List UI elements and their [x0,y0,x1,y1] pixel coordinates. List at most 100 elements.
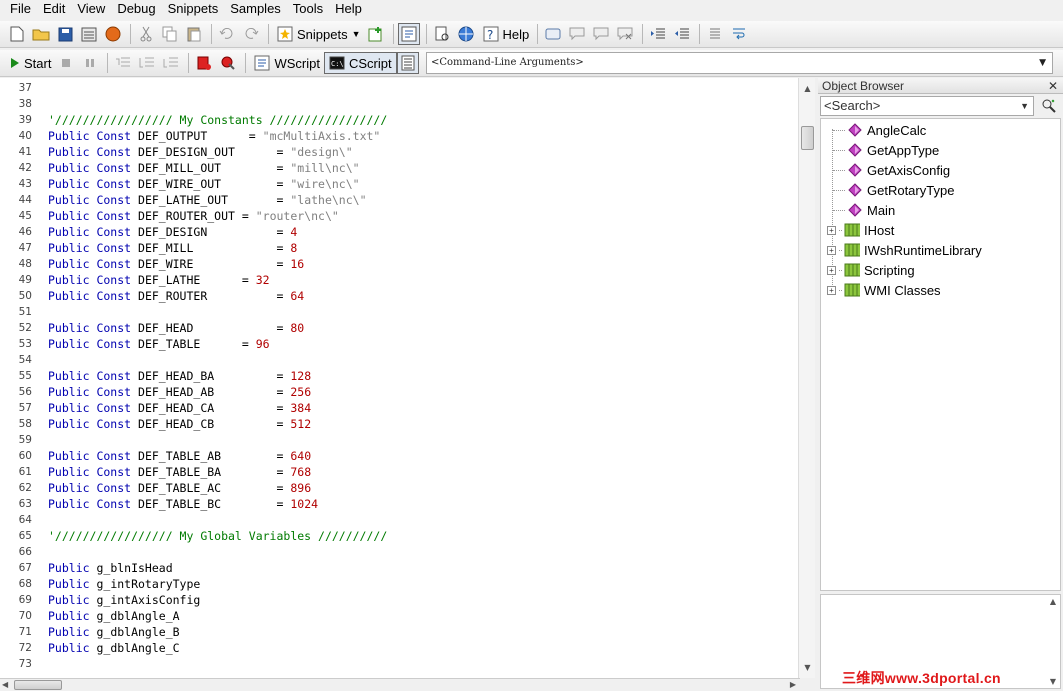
menu-debug[interactable]: Debug [111,0,161,19]
breakpoint-icon[interactable] [193,52,215,74]
cut-icon[interactable] [135,23,157,45]
scroll-up-icon[interactable]: ▲ [799,80,816,97]
scroll-thumb[interactable] [14,680,62,690]
code-line[interactable]: 51 [0,304,796,320]
start-button[interactable]: Start [6,52,55,74]
record-icon[interactable] [102,23,124,45]
step-over-icon[interactable] [136,52,158,74]
code-line[interactable]: 45 Public Const DEF_ROUTER_OUT = "router\… [0,208,796,224]
object-browser-tree[interactable]: AngleCalc GetAppType GetAxisConfig GetRotar… [820,118,1061,591]
clear-breakpoints-icon[interactable] [217,52,239,74]
code-line[interactable]: 53 Public Const DEF_TABLE = 96 [0,336,796,352]
editor-horizontal-scrollbar[interactable]: ◀ ▶ [0,678,800,691]
undo-icon[interactable] [216,23,238,45]
code-line[interactable]: 46 Public Const DEF_DESIGN = 4 [0,224,796,240]
code-line[interactable]: 68 Public g_intRotaryType [0,576,796,592]
code-line[interactable]: 37 [0,80,796,96]
code-area[interactable]: 37 38 39 '///////////////// My Constants //… [0,80,796,672]
code-line[interactable]: 44 Public Const DEF_LATHE_OUT = "lathe\nc… [0,192,796,208]
code-line[interactable]: 41 Public Const DEF_DESIGN_OUT = "design\… [0,144,796,160]
code-line[interactable]: 66 [0,544,796,560]
indent-icon[interactable] [647,23,669,45]
outdent-icon[interactable] [671,23,693,45]
code-line[interactable]: 56 Public Const DEF_HEAD_AB = 256 [0,384,796,400]
code-line[interactable]: 42 Public Const DEF_MILL_OUT = "mill\nc\" [0,160,796,176]
find-icon[interactable] [1040,97,1058,115]
code-line[interactable]: 54 [0,352,796,368]
window-icon[interactable] [542,23,564,45]
tree-item-getaxisconfig[interactable]: GetAxisConfig [827,160,950,180]
tree-item-iwshruntimelibrary[interactable]: + IWshRuntimeLibrary [827,240,982,260]
code-line[interactable]: 72 Public g_dblAngle_C [0,640,796,656]
code-line[interactable]: 50 Public Const DEF_ROUTER = 64 [0,288,796,304]
comment-next-icon[interactable] [590,23,612,45]
editor-vertical-scrollbar[interactable]: ▲ ▼ [798,78,815,678]
code-line[interactable]: 69 Public g_intAxisConfig [0,592,796,608]
save-all-icon[interactable] [78,23,100,45]
code-line[interactable]: 40 Public Const DEF_OUTPUT = "mcMultiAxis… [0,128,796,144]
code-line[interactable]: 63 Public Const DEF_TABLE_BC = 1024 [0,496,796,512]
scroll-down-icon[interactable]: ▼ [799,659,816,676]
menu-tools[interactable]: Tools [287,0,329,19]
wscript-button[interactable]: WScript [250,52,324,74]
chevron-down-icon[interactable]: ▼ [1020,97,1029,115]
new-file-icon[interactable] [6,23,28,45]
step-out-icon[interactable] [160,52,182,74]
code-line[interactable]: 48 Public Const DEF_WIRE = 16 [0,256,796,272]
scroll-left-icon[interactable]: ◀ [2,679,8,691]
code-editor[interactable]: 37 38 39 '///////////////// My Constants //… [0,78,800,678]
snippets-dropdown[interactable]: Snippets ▼ [273,23,365,45]
scroll-up-icon[interactable]: ▲ [1050,597,1056,606]
scroll-thumb[interactable] [801,126,814,150]
tree-item-ihost[interactable]: + IHost [827,220,894,240]
code-line[interactable]: 57 Public Const DEF_HEAD_CA = 384 [0,400,796,416]
word-wrap-icon[interactable] [728,23,750,45]
comment-delete-icon[interactable] [614,23,636,45]
close-icon[interactable]: ✕ [1048,78,1058,94]
code-line[interactable]: 64 [0,512,796,528]
pause-icon[interactable] [79,52,101,74]
menu-file[interactable]: File [4,0,37,19]
cscript-button[interactable]: C:\ CScript [323,52,397,74]
browser-icon[interactable] [455,23,477,45]
insert-snippet-icon[interactable] [365,23,387,45]
toggle-view-icon[interactable] [397,23,420,45]
code-line[interactable]: 39 '///////////////// My Constants //////… [0,112,796,128]
menu-view[interactable]: View [71,0,111,19]
code-line[interactable]: 70 Public g_dblAngle_A [0,608,796,624]
expand-icon[interactable]: + [827,225,836,235]
code-line[interactable]: 61 Public Const DEF_TABLE_BA = 768 [0,464,796,480]
code-line[interactable]: 38 [0,96,796,112]
save-icon[interactable] [54,23,76,45]
tree-item-wmi-classes[interactable]: + WMI Classes [827,280,941,300]
paste-icon[interactable] [183,23,205,45]
stop-icon[interactable] [55,52,77,74]
scroll-right-icon[interactable]: ▶ [790,679,796,691]
expand-icon[interactable]: + [827,285,836,295]
menu-samples[interactable]: Samples [224,0,287,19]
code-line[interactable]: 55 Public Const DEF_HEAD_BA = 128 [0,368,796,384]
code-line[interactable]: 49 Public Const DEF_LATHE = 32 [0,272,796,288]
code-line[interactable]: 73 [0,656,796,672]
code-line[interactable]: 65 '///////////////// My Global Variables… [0,528,796,544]
open-folder-icon[interactable] [30,23,52,45]
help-button[interactable]: ? Help [479,23,534,45]
tree-item-anglecalc[interactable]: AngleCalc [827,120,926,140]
print-preview-icon[interactable] [431,23,453,45]
code-line[interactable]: 67 Public g_blnIsHead [0,560,796,576]
tree-item-getapptype[interactable]: GetAppType [827,140,939,160]
code-line[interactable]: 58 Public Const DEF_HEAD_CB = 512 [0,416,796,432]
code-line[interactable]: 71 Public g_dblAngle_B [0,624,796,640]
copy-icon[interactable] [159,23,181,45]
object-browser-search-input[interactable]: <Search> ▼ [820,96,1034,116]
menu-edit[interactable]: Edit [37,0,71,19]
code-line[interactable]: 43 Public Const DEF_WIRE_OUT = "wire\nc\" [0,176,796,192]
tree-item-getrotarytype[interactable]: GetRotaryType [827,180,954,200]
code-line[interactable]: 62 Public Const DEF_TABLE_AC = 896 [0,480,796,496]
code-line[interactable]: 52 Public Const DEF_HEAD = 80 [0,320,796,336]
code-line[interactable]: 59 [0,432,796,448]
menu-snippets[interactable]: Snippets [162,0,225,19]
code-line[interactable]: 47 Public Const DEF_MILL = 8 [0,240,796,256]
tree-item-scripting[interactable]: + Scripting [827,260,915,280]
redo-icon[interactable] [240,23,262,45]
